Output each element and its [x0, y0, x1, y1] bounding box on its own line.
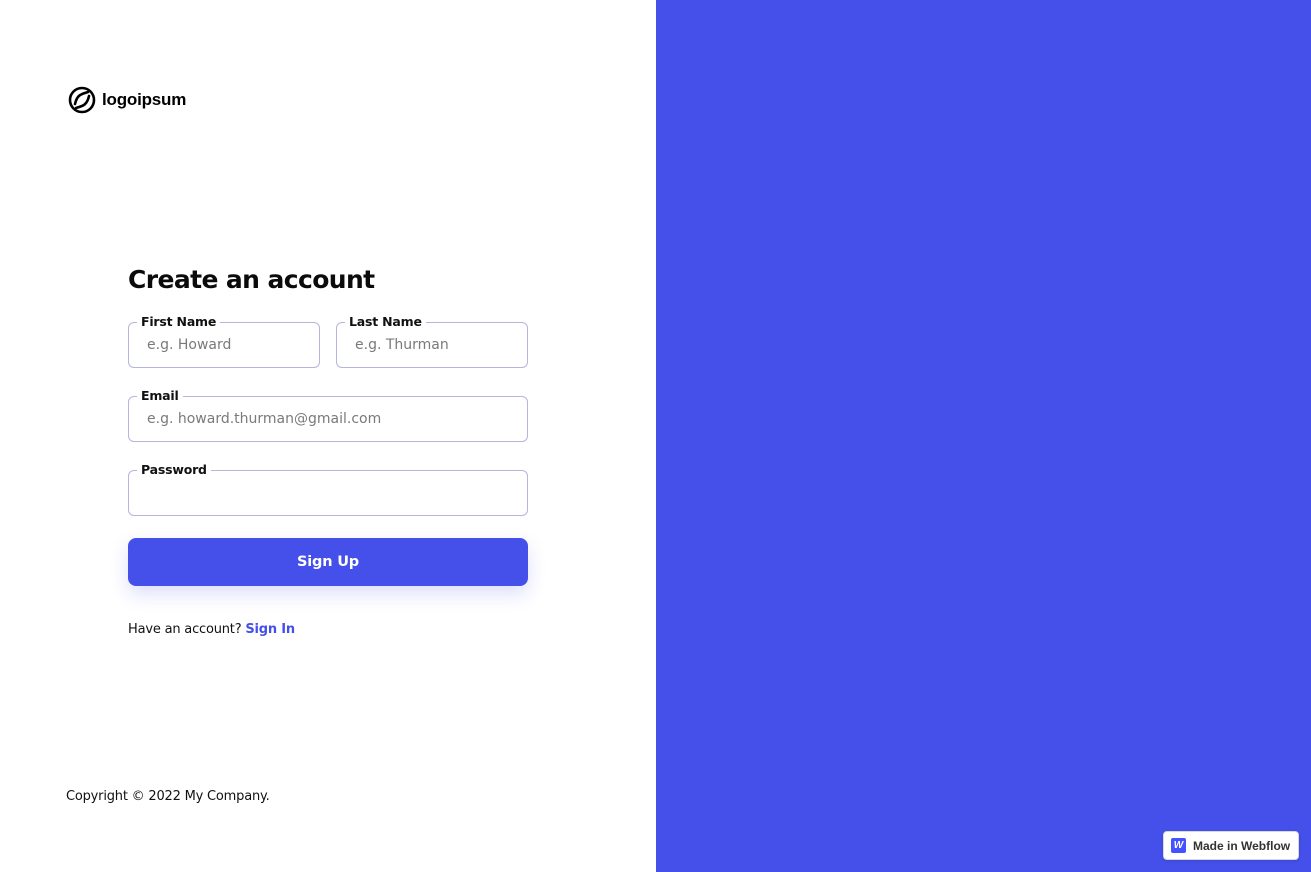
- left-panel: logoipsum Create an account First Name L…: [0, 0, 656, 872]
- first-name-field: First Name: [128, 314, 320, 368]
- have-account-text: Have an account?: [128, 622, 242, 637]
- made-in-webflow-badge[interactable]: W Made in Webflow: [1163, 831, 1299, 860]
- logo-icon: [68, 86, 96, 114]
- password-field: Password: [128, 462, 528, 516]
- email-field: Email: [128, 388, 528, 442]
- logo[interactable]: logoipsum: [68, 86, 186, 114]
- logo-text: logoipsum: [102, 90, 187, 109]
- right-panel: [656, 0, 1311, 872]
- page-title: Create an account: [128, 265, 375, 294]
- email-input[interactable]: [129, 397, 527, 441]
- signup-form: Create an account First Name Last Name E…: [128, 262, 528, 637]
- sign-in-link[interactable]: Sign In: [245, 622, 295, 637]
- webflow-icon: W: [1171, 838, 1186, 853]
- signin-prompt: Have an account? Sign In: [128, 622, 528, 637]
- first-name-input[interactable]: [129, 323, 319, 367]
- name-row: First Name Last Name: [128, 314, 528, 368]
- last-name-field: Last Name: [336, 314, 528, 368]
- sign-up-button[interactable]: Sign Up: [128, 538, 528, 586]
- password-input[interactable]: [129, 471, 527, 515]
- signup-page: logoipsum Create an account First Name L…: [0, 0, 1311, 872]
- last-name-input[interactable]: [337, 323, 527, 367]
- webflow-badge-label: Made in Webflow: [1193, 838, 1291, 853]
- copyright-text: Copyright © 2022 My Company.: [66, 789, 270, 804]
